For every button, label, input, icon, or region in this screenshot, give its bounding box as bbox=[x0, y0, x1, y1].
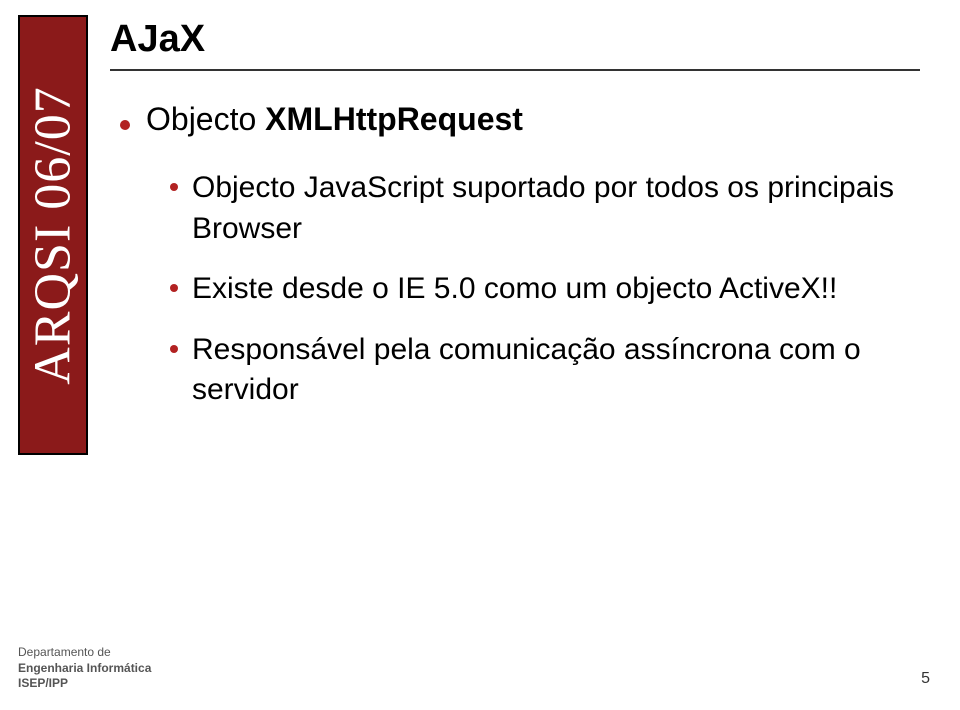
slide-title: AJaX bbox=[110, 18, 920, 71]
sub-bullet-item: Objecto JavaScript suportado por todos o… bbox=[170, 168, 920, 249]
main-bullet: Objecto XMLHttpRequest bbox=[120, 101, 920, 138]
footer-line2: Engenharia Informática bbox=[18, 661, 151, 677]
sub-bullet-item: Existe desde o IE 5.0 como um objecto Ac… bbox=[170, 269, 920, 310]
main-bullet-prefix: Objecto bbox=[146, 101, 265, 137]
main-bullet-text: Objecto XMLHttpRequest bbox=[146, 101, 523, 138]
sub-bullet-text: Objecto JavaScript suportado por todos o… bbox=[192, 168, 920, 249]
bullet-icon bbox=[170, 183, 178, 191]
footer-line1: Departamento de bbox=[18, 645, 151, 661]
footer-line3: ISEP/IPP bbox=[18, 676, 151, 692]
bullet-icon bbox=[170, 284, 178, 292]
sidebar-text: ARQSI 06/07 bbox=[24, 86, 83, 384]
main-bullet-bold: XMLHttpRequest bbox=[265, 101, 523, 137]
bullet-icon bbox=[170, 345, 178, 353]
slide-content: AJaX Objecto XMLHttpRequest Objecto Java… bbox=[110, 18, 920, 431]
sub-bullet-item: Responsável pela comunicação assíncrona … bbox=[170, 330, 920, 411]
footer: Departamento de Engenharia Informática I… bbox=[18, 645, 151, 692]
sub-bullet-text: Existe desde o IE 5.0 como um objecto Ac… bbox=[192, 269, 837, 310]
sidebar-course-label: ARQSI 06/07 bbox=[18, 15, 88, 455]
page-number: 5 bbox=[921, 670, 930, 688]
sub-bullet-list: Objecto JavaScript suportado por todos o… bbox=[170, 168, 920, 411]
sub-bullet-text: Responsável pela comunicação assíncrona … bbox=[192, 330, 920, 411]
bullet-icon bbox=[120, 120, 130, 130]
